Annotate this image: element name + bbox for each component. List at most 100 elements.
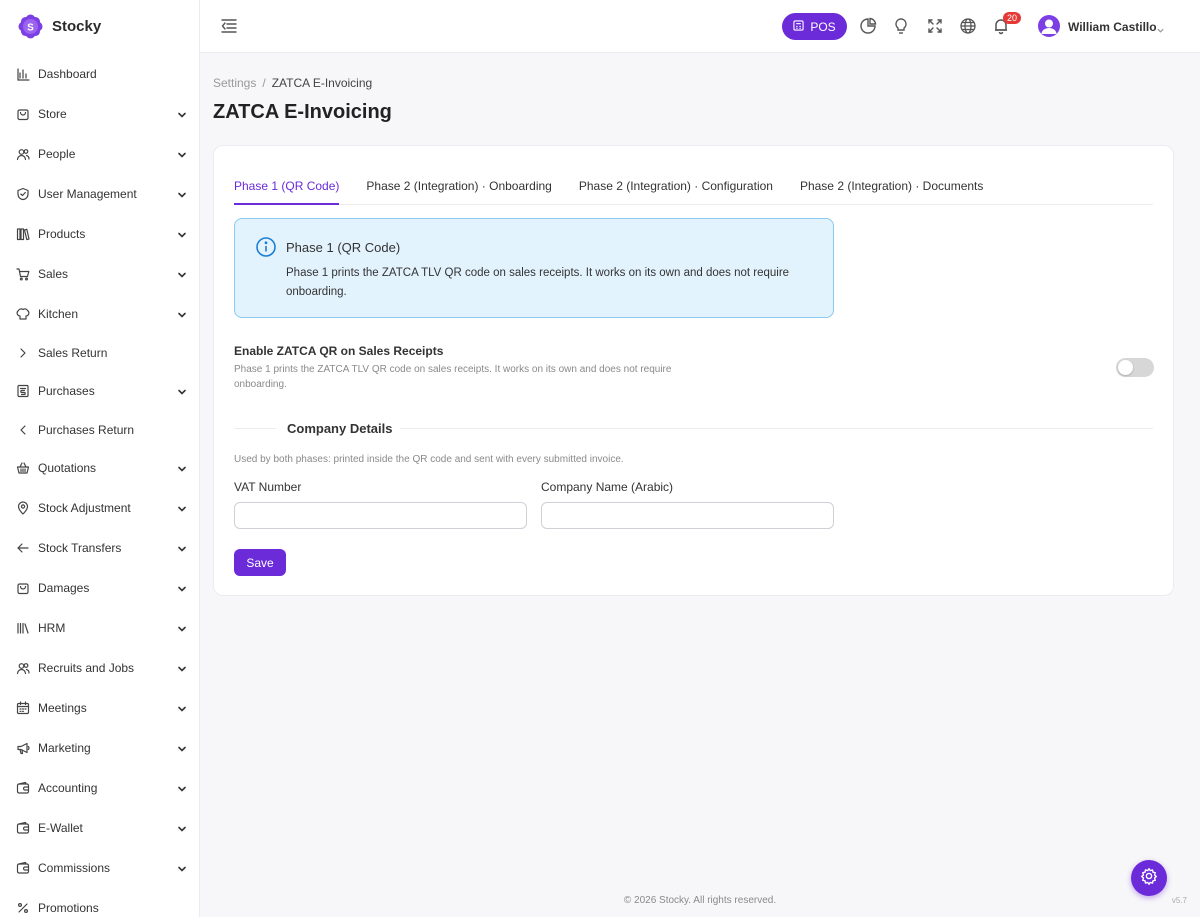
- enable-qr-toggle[interactable]: [1116, 358, 1154, 377]
- chevron-down-icon: [177, 269, 187, 279]
- chevron-down-icon: [177, 823, 187, 833]
- sidebar-item-quotations[interactable]: Quotations: [0, 448, 199, 488]
- shopping-bag-icon: [16, 581, 30, 595]
- sidebar-item-purchases-return[interactable]: Purchases Return: [0, 411, 199, 448]
- pos-button[interactable]: POS: [782, 13, 847, 40]
- sidebar-item-marketing[interactable]: Marketing: [0, 728, 199, 768]
- chevron-down-icon: [177, 463, 187, 473]
- chevron-down-icon[interactable]: [1156, 22, 1165, 33]
- breadcrumb-current: ZATCA E-Invoicing: [271, 76, 373, 90]
- chevron-down-icon: [177, 623, 187, 633]
- sidebar-nav: Dashboard Store People User Management Produ…: [0, 52, 199, 917]
- section-divider: [234, 428, 276, 429]
- chevron-down-icon: [177, 783, 187, 793]
- tab-phase2-configuration[interactable]: Phase 2 (Integration) · Configuration: [579, 174, 773, 205]
- sidebar-item-stock-adjustment[interactable]: Stock Adjustment: [0, 488, 199, 528]
- save-button[interactable]: Save: [234, 549, 286, 576]
- sidebar-item-label: Purchases Return: [38, 422, 135, 437]
- sidebar-item-accounting[interactable]: Accounting: [0, 768, 199, 808]
- user-name[interactable]: William Castillo: [1068, 20, 1157, 34]
- sidebar-item-label: Store: [38, 107, 67, 121]
- sidebar-item-label: E-Wallet: [38, 821, 83, 835]
- sidebar-item-label: Sales: [38, 267, 69, 281]
- shield-check-icon: [16, 187, 30, 201]
- vat-number-label: VAT Number: [234, 480, 302, 494]
- sidebar-item-sales-return[interactable]: Sales Return: [0, 334, 199, 371]
- sidebar-item-people[interactable]: People: [0, 134, 199, 174]
- lightbulb-icon[interactable]: [892, 17, 910, 35]
- sidebar-item-label: People: [38, 147, 76, 161]
- app-version: v5.7: [1171, 896, 1187, 905]
- top-header: POS 20 William Castillo: [200, 0, 1200, 53]
- sidebar-item-label: Quotations: [38, 461, 97, 475]
- chef-hat-icon: [16, 307, 30, 321]
- vat-number-input[interactable]: [234, 502, 527, 529]
- info-icon: [255, 236, 277, 258]
- sidebar-item-purchases[interactable]: Purchases: [0, 371, 199, 411]
- sidebar-item-label: Accounting: [38, 781, 98, 795]
- sidebar-item-products[interactable]: Products: [0, 214, 199, 254]
- users-icon: [16, 147, 30, 161]
- info-alert: Phase 1 (QR Code) Phase 1 prints the ZAT…: [234, 218, 834, 318]
- sidebar-item-label: Purchases: [38, 384, 95, 398]
- user-avatar[interactable]: [1038, 15, 1060, 37]
- calendar-icon: [16, 701, 30, 715]
- megaphone-icon: [16, 741, 30, 755]
- sidebar-item-e-wallet[interactable]: E-Wallet: [0, 808, 199, 848]
- company-name-arabic-label: Company Name (Arabic): [541, 480, 674, 494]
- menu-toggle-icon[interactable]: [220, 17, 238, 35]
- info-title: Phase 1 (QR Code): [286, 240, 401, 255]
- svg-text:S: S: [27, 22, 34, 33]
- chevron-down-icon: [177, 149, 187, 159]
- sidebar-item-commissions[interactable]: Commissions: [0, 848, 199, 888]
- sidebar-item-label: Stock Transfers: [38, 541, 122, 555]
- sidebar-item-stock-transfers[interactable]: Stock Transfers: [0, 528, 199, 568]
- chevron-down-icon: [177, 663, 187, 673]
- sidebar-item-label: User Management: [38, 187, 137, 201]
- chevron-down-icon: [177, 543, 187, 553]
- sidebar-item-label: Recruits and Jobs: [38, 661, 135, 675]
- breadcrumb-settings-link[interactable]: Settings: [213, 76, 256, 90]
- brand-name: Stocky: [52, 17, 102, 35]
- sidebar-item-damages[interactable]: Damages: [0, 568, 199, 608]
- sidebar-item-recruits-and-jobs[interactable]: Recruits and Jobs: [0, 648, 199, 688]
- wallet-icon: [16, 861, 30, 875]
- brand[interactable]: S Stocky: [0, 0, 199, 52]
- chevron-down-icon: [177, 703, 187, 713]
- tab-phase2-documents[interactable]: Phase 2 (Integration) · Documents: [800, 174, 983, 205]
- company-name-arabic-input[interactable]: [541, 502, 834, 529]
- sidebar-item-promotions[interactable]: Promotions: [0, 888, 199, 917]
- fullscreen-icon[interactable]: [926, 17, 944, 35]
- sidebar-item-hrm[interactable]: HRM: [0, 608, 199, 648]
- globe-icon[interactable]: [959, 17, 977, 35]
- sidebar-item-label: Marketing: [38, 741, 91, 755]
- chevron-down-icon: [177, 743, 187, 753]
- sidebar-item-dashboard[interactable]: Dashboard: [0, 54, 199, 94]
- gear-icon: [1140, 867, 1158, 890]
- chevron-down-icon: [177, 229, 187, 239]
- pie-chart-icon[interactable]: [859, 17, 877, 35]
- tab-phase2-onboarding[interactable]: Phase 2 (Integration) · Onboarding: [366, 174, 551, 205]
- percent-icon: [16, 901, 30, 915]
- toggle-knob: [1118, 360, 1133, 375]
- sidebar-item-label: Kitchen: [38, 307, 79, 321]
- section-divider: [400, 428, 1153, 429]
- calculator-icon: [793, 19, 804, 34]
- sidebar-item-store[interactable]: Store: [0, 94, 199, 134]
- chevron-right-icon: [16, 346, 30, 360]
- wallet-icon: [16, 781, 30, 795]
- breadcrumb-separator: /: [262, 76, 266, 90]
- chevron-down-icon: [177, 189, 187, 199]
- enable-qr-label: Enable ZATCA QR on Sales Receipts: [234, 344, 444, 358]
- settings-fab[interactable]: [1131, 860, 1167, 896]
- chevron-left-icon: [16, 423, 30, 437]
- sidebar-item-kitchen[interactable]: Kitchen: [0, 294, 199, 334]
- sidebar-item-user-management[interactable]: User Management: [0, 174, 199, 214]
- sidebar-item-sales[interactable]: Sales: [0, 254, 199, 294]
- page-title: ZATCA E-Invoicing: [213, 101, 392, 123]
- sidebar-item-meetings[interactable]: Meetings: [0, 688, 199, 728]
- sidebar-item-label: Stock Adjustment: [38, 501, 131, 515]
- sidebar-item-label: Commissions: [38, 861, 111, 875]
- tab-phase1-qr-code[interactable]: Phase 1 (QR Code): [234, 174, 340, 205]
- chevron-down-icon: [177, 863, 187, 873]
